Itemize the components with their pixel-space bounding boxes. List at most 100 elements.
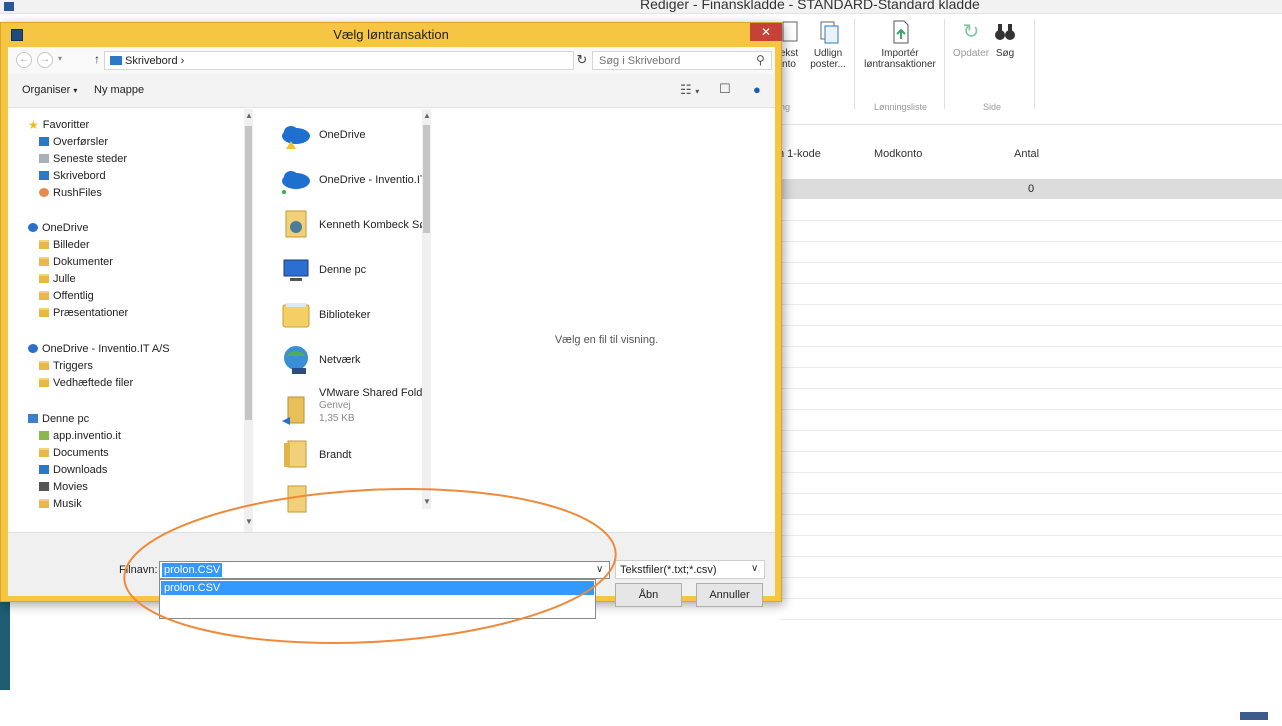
- pc-icon: [283, 259, 309, 281]
- scroll-up-icon[interactable]: ▲: [423, 111, 431, 120]
- ribbon: ekst nto Udlign poster... Importér løntr…: [780, 15, 1282, 125]
- desktop-icon: [110, 56, 122, 65]
- column-header[interactable]: Modkonto: [874, 148, 922, 160]
- preview-pane: Vælg en fil til visning.: [438, 109, 775, 557]
- nav-item-downloads[interactable]: Overførsler: [39, 134, 108, 150]
- import-payroll-transactions-button[interactable]: Importér løntransaktioner: [860, 19, 940, 70]
- nav-item-praesentationer[interactable]: Præsentationer: [39, 305, 128, 321]
- downloads-folder-icon: [39, 137, 49, 146]
- star-icon: ★: [28, 118, 39, 132]
- nav-item-documents[interactable]: Documents: [39, 445, 109, 461]
- nav-item-billeder[interactable]: Billeder: [39, 237, 90, 253]
- new-folder-button[interactable]: Ny mappe: [94, 84, 144, 96]
- nav-item-movies[interactable]: Movies: [39, 479, 88, 495]
- dialog-body: ← → ▾ ↑ Skrivebord › ∨ ↻ ⚲ Organiser ▾ N…: [8, 47, 775, 619]
- list-item-user-folder[interactable]: Kenneth Kombeck Sø: [272, 209, 426, 247]
- up-arrow-icon[interactable]: ↑: [94, 52, 100, 66]
- nav-item-favorites[interactable]: ★ Favoritter: [28, 117, 89, 133]
- nav-item-music[interactable]: Musik: [39, 496, 82, 512]
- list-item-this-pc[interactable]: Denne pc: [272, 254, 422, 292]
- search-button[interactable]: Søg: [990, 19, 1020, 59]
- address-bar[interactable]: Skrivebord › ∨: [104, 51, 657, 70]
- chevron-down-icon[interactable]: ∨: [751, 563, 758, 574]
- list-item-network[interactable]: Netværk: [272, 344, 422, 382]
- list-item-vmware-shortcut[interactable]: VMware Shared Folde Genvej 1,35 KB: [272, 387, 428, 437]
- scroll-up-icon[interactable]: ▲: [245, 111, 253, 120]
- nav-item-triggers[interactable]: Triggers: [39, 358, 93, 374]
- nav-item-downloads-pc[interactable]: Downloads: [39, 462, 107, 478]
- chevron-right-icon[interactable]: ›: [178, 55, 185, 67]
- breadcrumb[interactable]: Skrivebord ›: [125, 55, 184, 67]
- search-input[interactable]: [599, 54, 749, 67]
- nav-item-app-inventio[interactable]: app.inventio.it: [39, 428, 121, 444]
- nav-item-onedrive[interactable]: OneDrive: [28, 220, 88, 236]
- music-folder-icon: [39, 499, 49, 508]
- dialog-titlebar[interactable]: Vælg løntransaktion ✕: [1, 23, 782, 47]
- table-row[interactable]: 0: [780, 179, 1282, 199]
- nav-scrollbar[interactable]: ▲ ▼: [244, 109, 253, 557]
- file-type-select[interactable]: Tekstfiler(*.txt;*.csv) ∨: [615, 560, 765, 579]
- refresh-button[interactable]: ↻ Opdater: [952, 19, 990, 59]
- column-header[interactable]: n 1-kode: [778, 148, 821, 160]
- search-icon[interactable]: ⚲: [756, 53, 765, 67]
- preview-pane-icon[interactable]: ☐: [719, 81, 731, 97]
- search-box[interactable]: ⚲: [592, 51, 772, 70]
- user-folder-icon: [285, 210, 307, 238]
- close-button[interactable]: ✕: [750, 23, 782, 41]
- autocomplete-item[interactable]: prolon.CSV: [161, 581, 594, 595]
- file-open-dialog: Vælg løntransaktion ✕ ← → ▾ ↑ Skrivebord…: [0, 22, 782, 619]
- scrollbar-thumb[interactable]: [245, 126, 252, 420]
- nav-item-onedrive-inventio[interactable]: OneDrive - Inventio.IT A/S: [28, 341, 170, 357]
- close-icon: ✕: [760, 25, 772, 39]
- list-item-partial[interactable]: [272, 484, 422, 522]
- refresh-button[interactable]: ↻: [571, 51, 593, 70]
- folder-icon: [39, 291, 49, 300]
- footer-logo: [1240, 712, 1268, 720]
- dialog-title: Vælg løntransaktion: [333, 27, 449, 42]
- ribbon-button-apply-entries[interactable]: Udlign poster...: [808, 19, 848, 70]
- nav-item-rushfiles[interactable]: RushFiles: [39, 185, 102, 201]
- preview-message: Vælg en fil til visning.: [554, 334, 659, 346]
- back-button[interactable]: ←: [16, 52, 32, 68]
- nav-item-desktop[interactable]: Skrivebord: [39, 168, 106, 184]
- cancel-button[interactable]: Annuller: [696, 583, 763, 607]
- nav-item-attachments[interactable]: Vedhæftede filer: [39, 375, 133, 391]
- recent-locations-dropdown[interactable]: ▾: [58, 54, 62, 63]
- scroll-down-icon[interactable]: ▼: [423, 497, 431, 506]
- nav-item-label: OneDrive - Inventio.IT A/S: [42, 343, 170, 355]
- breadcrumb-item[interactable]: Skrivebord: [125, 55, 178, 67]
- scrollbar-thumb[interactable]: [423, 125, 430, 233]
- list-item-brandt[interactable]: Brandt: [272, 439, 422, 477]
- nav-item-offentlig[interactable]: Offentlig: [39, 288, 94, 304]
- forward-button[interactable]: →: [37, 52, 53, 68]
- organize-button[interactable]: Organiser ▾: [22, 84, 77, 96]
- filename-bar: Filnavn: prolon.CSV ∨ Tekstfiler(*.txt;*…: [8, 532, 775, 619]
- ribbon-group-label: Side: [983, 102, 1002, 112]
- nav-item-this-pc[interactable]: Denne pc: [28, 411, 89, 427]
- filename-input[interactable]: prolon.CSV ∨: [159, 561, 610, 579]
- list-item-onedrive-inventio[interactable]: OneDrive - Inventio.IT: [272, 164, 427, 202]
- file-list-scrollbar[interactable]: ▲ ▼: [422, 109, 431, 509]
- list-item-onedrive[interactable]: OneDrive: [272, 119, 422, 157]
- nav-item-julle[interactable]: Julle: [39, 271, 76, 287]
- list-item-libraries[interactable]: Biblioteker: [272, 299, 422, 337]
- ribbon-button-label: ekst nto: [779, 48, 799, 70]
- open-button[interactable]: Åbn: [615, 583, 682, 607]
- grid-body: [780, 200, 1282, 620]
- autocomplete-dropdown[interactable]: prolon.CSV: [159, 579, 596, 619]
- onedrive-icon: [28, 344, 38, 353]
- filename-value[interactable]: prolon.CSV: [162, 563, 223, 577]
- file-name: Kenneth Kombeck Sø: [319, 219, 427, 231]
- file-list: OneDrive OneDrive - Inventio.IT Kenneth …: [264, 109, 436, 557]
- chevron-down-icon[interactable]: ∨: [596, 564, 603, 575]
- quantity-cell[interactable]: 0: [1028, 183, 1034, 195]
- nav-item-dokumenter[interactable]: Dokumenter: [39, 254, 113, 270]
- grid-header: n 1-kode Modkonto Antal: [778, 148, 1282, 168]
- view-options-icon[interactable]: ☷ ▾: [680, 82, 699, 98]
- scroll-down-icon[interactable]: ▼: [245, 517, 253, 526]
- nav-item-label: Præsentationer: [53, 307, 129, 319]
- nav-item-label: Downloads: [53, 464, 108, 476]
- nav-item-recent-places[interactable]: Seneste steder: [39, 151, 127, 167]
- help-icon[interactable]: ●: [753, 82, 761, 97]
- column-header[interactable]: Antal: [1014, 148, 1039, 160]
